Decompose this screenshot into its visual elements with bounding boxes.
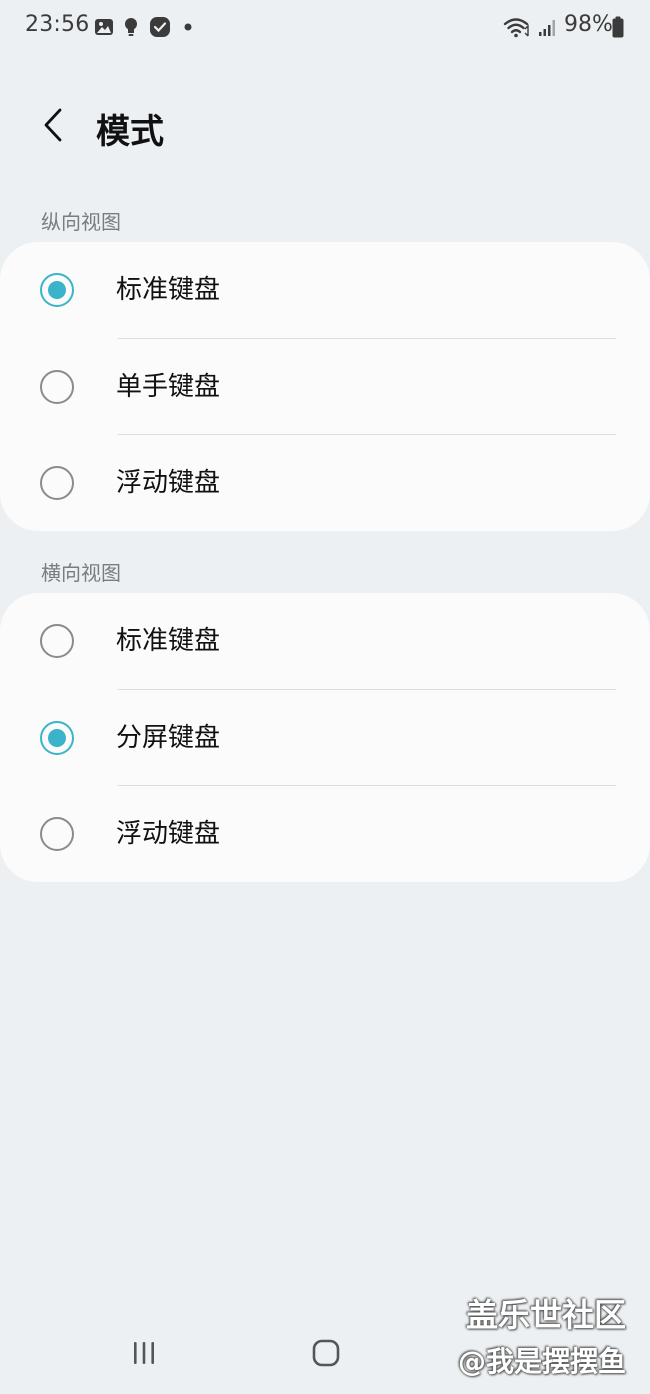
home-icon[interactable]: [309, 1338, 343, 1368]
option-label: 标准键盘: [116, 626, 221, 657]
signal-icon: [537, 16, 559, 38]
check-badge-icon: [148, 16, 172, 38]
bulb-icon: [122, 16, 140, 38]
gallery-icon: [93, 16, 115, 38]
battery-icon: [611, 16, 625, 38]
option-label: 浮动键盘: [116, 819, 221, 850]
wifi-icon: [503, 16, 531, 38]
watermark-community: 盖乐世社区: [466, 1296, 627, 1334]
landscape-option-standard[interactable]: 标准键盘: [0, 593, 650, 690]
status-time: 23:56: [25, 12, 90, 37]
radio-button[interactable]: [40, 369, 74, 404]
page-title: 模式: [96, 112, 164, 152]
radio-button-checked[interactable]: [40, 273, 74, 308]
landscape-options-card: 标准键盘 分屏键盘 浮动键盘: [0, 593, 650, 882]
landscape-section-label: 横向视图: [41, 561, 121, 585]
option-label: 标准键盘: [116, 275, 221, 306]
option-label: 浮动键盘: [116, 468, 221, 499]
landscape-option-split[interactable]: 分屏键盘: [0, 690, 650, 786]
watermark-author: @我是摆摆鱼: [458, 1345, 627, 1378]
radio-button[interactable]: [40, 817, 74, 852]
radio-button-checked[interactable]: [40, 720, 74, 755]
chevron-left-icon: [42, 107, 64, 147]
back-button[interactable]: [30, 100, 76, 154]
battery-percent: 98%: [564, 12, 613, 37]
landscape-option-floating[interactable]: 浮动键盘: [0, 786, 650, 883]
portrait-option-standard[interactable]: 标准键盘: [0, 242, 650, 339]
portrait-option-one-handed[interactable]: 单手键盘: [0, 339, 650, 435]
portrait-option-floating[interactable]: 浮动键盘: [0, 435, 650, 532]
portrait-section-label: 纵向视图: [41, 210, 121, 234]
recents-icon[interactable]: [128, 1338, 160, 1368]
option-label: 分屏键盘: [116, 722, 221, 753]
portrait-options-card: 标准键盘 单手键盘 浮动键盘: [0, 242, 650, 531]
screen: 23:56 98% 模式 纵向视图 标准键盘 单手键盘 浮动键盘 横向视图 标准…: [0, 0, 650, 1394]
header: 模式: [0, 90, 650, 164]
dot-icon: [182, 16, 194, 38]
radio-button[interactable]: [40, 466, 74, 501]
radio-button[interactable]: [40, 624, 74, 659]
status-bar: 23:56 98%: [0, 0, 650, 58]
option-label: 单手键盘: [116, 371, 221, 402]
